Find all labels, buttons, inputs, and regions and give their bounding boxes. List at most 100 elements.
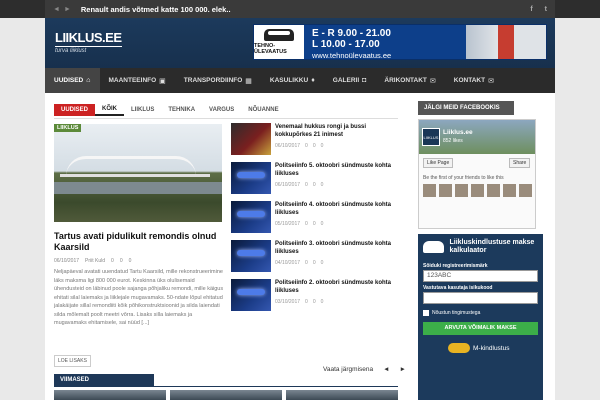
tab-vargus[interactable]: VARGUS: [202, 104, 241, 116]
top-bar-inner: ◄ ► Renault andis võtmed katte 100 000. …: [45, 0, 555, 18]
news-date: 04/10/2017: [275, 260, 301, 266]
twitter-icon[interactable]: t: [545, 6, 547, 13]
news-thumbnail[interactable]: [231, 279, 271, 311]
registration-input[interactable]: 123ABC: [423, 270, 538, 282]
tab-tehnika[interactable]: TEHNIKA: [161, 104, 202, 116]
news-count-comments: 0: [320, 143, 324, 149]
insurance-header: Liikluskindlustuse makse kalkulaator: [418, 234, 543, 260]
insurance-provider[interactable]: M-kindlustus: [448, 343, 543, 353]
nav-item-arikontakt[interactable]: ÄRIKONTAKT ✉: [375, 68, 444, 93]
nav-item-uudised[interactable]: UUDISED ⌂: [45, 68, 100, 93]
calculate-button[interactable]: ARVUTA VÕIMALIK MAKSE: [423, 322, 538, 335]
news-count-likes: 0: [312, 221, 316, 227]
nav-label: KONTAKT: [453, 77, 486, 84]
news-title[interactable]: Venemaal hukkus rongi ja bussi kokkupõrk…: [275, 123, 401, 139]
nav-item-kasulikku[interactable]: KASULIKKU ♦: [261, 68, 324, 93]
featured-author[interactable]: Priit Kuld: [85, 258, 105, 264]
avatar[interactable]: [487, 184, 500, 197]
news-date: 03/10/2017: [275, 299, 301, 305]
avatar[interactable]: [423, 184, 436, 197]
tab-koik[interactable]: KÕIK: [95, 104, 125, 116]
featured-date: 06/10/2017: [54, 258, 80, 264]
news-title[interactable]: Politseiinfo 2. oktoobri sündmuste kohta…: [275, 279, 401, 295]
top-bar: ◄ ► Renault andis võtmed katte 100 000. …: [0, 0, 600, 18]
featured-title[interactable]: Tartus avati pidulikult remondis olnud K…: [54, 231, 222, 253]
banner-hours-weekday: E - R 9.00 - 21.00: [312, 28, 391, 39]
ticker-next-icon[interactable]: ►: [64, 6, 71, 13]
nav-label: MAANTEEINFO: [108, 77, 157, 84]
facebook-page-name[interactable]: Liiklus.ee: [443, 129, 473, 136]
news-title[interactable]: Politseiinfo 5. oktoobri sündmuste kohta…: [275, 162, 401, 178]
nav-item-transpordiinfo[interactable]: TRANSPORDIINFO ▦: [175, 68, 261, 93]
latest-thumbnail[interactable]: [286, 390, 398, 400]
logo-name: LIIKLUS.EE: [55, 30, 122, 47]
nav-item-kontakt[interactable]: KONTAKT ✉: [445, 68, 503, 93]
facebook-friends-text: Be the first of your friends to like thi…: [423, 175, 504, 181]
facebook-share-button[interactable]: Share: [509, 158, 531, 168]
nav-label: KASULIKKU: [269, 77, 309, 84]
tab-uudised[interactable]: UUDISED: [54, 104, 96, 116]
news-thumbnail[interactable]: [231, 162, 271, 194]
news-count-views: 0: [305, 299, 308, 305]
bridge-deck: [60, 174, 210, 177]
ticker-prev-icon[interactable]: ◄: [53, 6, 60, 13]
avatar[interactable]: [503, 184, 516, 197]
news-thumbnail[interactable]: [231, 123, 271, 155]
news-title[interactable]: Politseiinfo 3. oktoobri sündmuste kohta…: [275, 240, 401, 256]
category-badge[interactable]: LIIKLUS: [54, 124, 82, 132]
ticker-arrows: ◄ ►: [53, 6, 71, 13]
nav-item-galerii[interactable]: GALERII ◘: [324, 68, 376, 93]
pager-label: Vaata järgmisena: [323, 366, 374, 373]
read-more-button[interactable]: LOE LISAKS: [54, 355, 91, 367]
avatar[interactable]: [439, 184, 452, 197]
news-thumbnail[interactable]: [231, 201, 271, 233]
news-count-comments: 0: [320, 182, 324, 188]
personal-code-input[interactable]: [423, 292, 538, 304]
news-count-likes: 0: [312, 143, 316, 149]
news-title[interactable]: Politseiinfo 4. oktoobri sündmuste kohta…: [275, 201, 401, 217]
nav-label: TRANSPORDIINFO: [183, 77, 243, 84]
facebook-page-logo[interactable]: LIIKLUS: [422, 128, 440, 146]
tab-nouanne[interactable]: NÕUANNE: [241, 104, 285, 116]
list-item[interactable]: Politseiinfo 4. oktoobri sündmuste kohta…: [231, 201, 401, 240]
insurance-calculator: Liikluskindlustuse makse kalkulaator Sõi…: [418, 234, 543, 400]
news-date: 05/10/2017: [275, 221, 301, 227]
list-item[interactable]: Politseiinfo 2. oktoobri sündmuste kohta…: [231, 279, 401, 318]
facebook-likes-count: 852 likes: [443, 138, 463, 144]
news-count-likes: 0: [312, 182, 316, 188]
latest-thumbnail[interactable]: [170, 390, 282, 400]
facebook-icon[interactable]: f: [530, 6, 532, 13]
list-item[interactable]: Politseiinfo 3. oktoobri sündmuste kohta…: [231, 240, 401, 279]
section-title-viimased: VIIMASED: [54, 374, 154, 386]
avatar[interactable]: [519, 184, 532, 197]
pager-prev-icon[interactable]: ◄: [383, 366, 389, 373]
terms-label[interactable]: Nõustun tingimustega: [432, 310, 480, 316]
news-meta: 03/10/2017 0 0 0: [275, 299, 323, 305]
pager-next-icon[interactable]: ►: [400, 366, 406, 373]
news-meta: 06/10/2017 0 0 0: [275, 182, 323, 188]
list-item[interactable]: Politseiinfo 5. oktoobri sündmuste kohta…: [231, 162, 401, 201]
terms-checkbox-row[interactable]: Nõustun tingimustega: [423, 310, 538, 316]
site-logo[interactable]: LIIKLUS.EE turva liiklust: [55, 30, 122, 54]
featured-count-likes: 0: [119, 258, 123, 264]
facebook-like-button[interactable]: Like Page: [423, 158, 454, 168]
featured-image[interactable]: [54, 124, 222, 222]
list-item[interactable]: Venemaal hukkus rongi ja bussi kokkupõrk…: [231, 123, 401, 162]
category-tabs: UUDISED KÕIK LIIKLUS TEHNIKA VARGUS NÕUA…: [54, 104, 286, 116]
nav-item-maanteeinfo[interactable]: MAANTEEINFO ▣: [100, 68, 175, 93]
avatar[interactable]: [455, 184, 468, 197]
personal-code-label: Vastutava kasutaja isikukood: [423, 285, 493, 291]
news-ticker[interactable]: Renault andis võtmed katte 100 000. elek…: [81, 5, 231, 14]
avatar[interactable]: [471, 184, 484, 197]
news-thumbnail[interactable]: [231, 240, 271, 272]
mail-icon: ✉: [488, 77, 494, 85]
banner-brand-name: TEHNO-ÜLEVAATUS: [254, 43, 287, 55]
latest-thumbnail[interactable]: [54, 390, 166, 400]
tab-liiklus[interactable]: LIIKLUS: [124, 104, 161, 116]
facebook-faces: [423, 184, 535, 197]
terms-checkbox[interactable]: [423, 310, 429, 316]
viimased-divider: [54, 386, 398, 387]
ad-banner[interactable]: TEHNO-ÜLEVAATUS E - R 9.00 - 21.00 L 10.…: [253, 24, 547, 60]
banner-brand: TEHNO-ÜLEVAATUS: [254, 25, 304, 59]
registration-label: Sõiduki registreerimismärk: [423, 263, 488, 269]
